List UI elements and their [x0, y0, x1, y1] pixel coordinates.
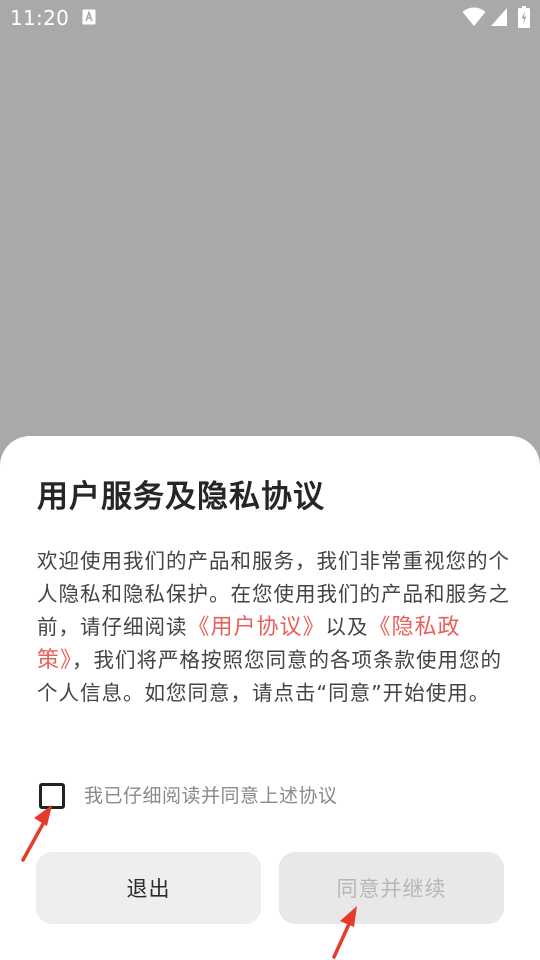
body-text-outro: ，我们将严格按照您同意的各项条款使用您的个人信息。如您同意，请点击“同意”开始使…: [37, 648, 503, 705]
exit-button[interactable]: 退出: [36, 852, 261, 924]
agree-checkbox[interactable]: [39, 783, 65, 809]
agree-continue-button[interactable]: 同意并继续: [279, 852, 504, 924]
dialog-body: 欢迎使用我们的产品和服务，我们非常重视您的个人隐私和隐私保护。在您使用我们的产品…: [37, 545, 511, 710]
screen: 11:20 用户服务及隐私协议 欢迎使用我们的产品和服务，我们非常重视您的个人隐…: [0, 0, 540, 960]
privacy-dialog: 用户服务及隐私协议 欢迎使用我们的产品和服务，我们非常重视您的个人隐私和隐私保护…: [0, 436, 540, 960]
user-agreement-link[interactable]: 《用户协议》: [188, 615, 326, 640]
body-text-and: 以及: [325, 615, 369, 639]
a-notification-icon: [82, 9, 96, 25]
dialog-title: 用户服务及隐私协议: [37, 479, 325, 515]
signal-icon: [491, 8, 507, 26]
status-time: 11:20: [10, 6, 70, 30]
exit-button-label: 退出: [126, 877, 171, 901]
agree-checkbox-label[interactable]: 我已仔细阅读并同意上述协议: [84, 782, 338, 810]
battery-charging-icon: [518, 6, 530, 28]
wifi-icon: [462, 7, 486, 26]
agree-continue-button-label: 同意并继续: [336, 877, 447, 901]
status-bar: 11:20: [0, 0, 540, 36]
